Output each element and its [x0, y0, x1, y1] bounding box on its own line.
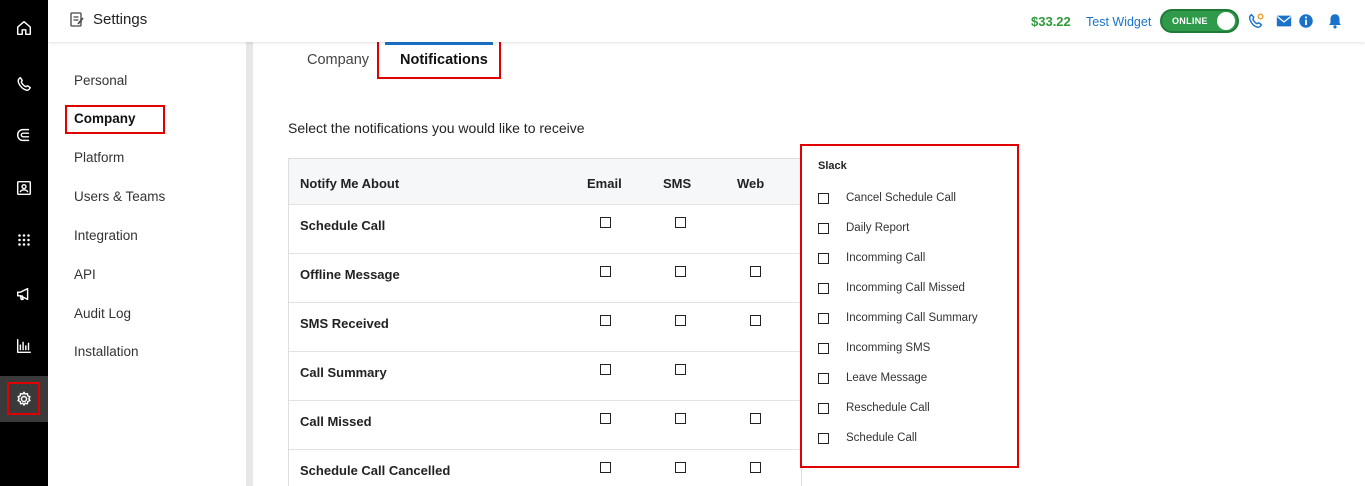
- email-checkbox[interactable]: [600, 413, 611, 424]
- slack-option[interactable]: Incomming Call Summary: [818, 312, 1013, 327]
- slack-option-label: Reschedule Call: [846, 402, 930, 414]
- bell-icon[interactable]: [1326, 12, 1344, 30]
- email-checkbox[interactable]: [600, 315, 611, 326]
- sidebar-item-integration[interactable]: Integration: [74, 228, 138, 243]
- sidebar-scrollbar[interactable]: [246, 42, 253, 486]
- phone-settings-icon[interactable]: [1247, 12, 1265, 30]
- slack-option-label: Incomming SMS: [846, 342, 931, 354]
- megaphone-icon[interactable]: [0, 271, 48, 317]
- slack-option[interactable]: Incomming Call Missed: [818, 282, 1013, 297]
- sms-checkbox[interactable]: [675, 217, 686, 228]
- magnet-icon[interactable]: [0, 112, 48, 158]
- sms-checkbox[interactable]: [675, 413, 686, 424]
- table-row: SMS Received: [289, 303, 801, 352]
- slack-checkbox[interactable]: [818, 283, 829, 294]
- highlight-box: [7, 382, 40, 415]
- sidebar-item-platform[interactable]: Platform: [74, 150, 124, 165]
- slack-checkbox[interactable]: [818, 433, 829, 444]
- sms-checkbox[interactable]: [675, 315, 686, 326]
- slack-option[interactable]: Schedule Call: [818, 432, 1013, 447]
- account-balance: $33.22: [1031, 14, 1071, 29]
- slack-checkbox[interactable]: [818, 313, 829, 324]
- slack-option[interactable]: Reschedule Call: [818, 402, 1013, 417]
- web-checkbox[interactable]: [750, 462, 761, 473]
- slack-option[interactable]: Daily Report: [818, 222, 1013, 237]
- column-header-web: Web: [737, 176, 765, 191]
- slack-checkbox[interactable]: [818, 373, 829, 384]
- row-label: SMS Received: [300, 316, 389, 331]
- web-checkbox[interactable]: [750, 266, 761, 277]
- table-row: Call Missed: [289, 401, 801, 450]
- sidebar-item-personal[interactable]: Personal: [74, 73, 127, 88]
- sidebar-item-users-teams[interactable]: Users & Teams: [74, 189, 165, 204]
- phone-icon[interactable]: [0, 61, 48, 107]
- web-checkbox[interactable]: [750, 315, 761, 326]
- table-row: Schedule Call: [289, 205, 801, 254]
- settings-sidebar: Personal Company Platform Users & Teams …: [48, 42, 246, 486]
- row-label: Call Summary: [300, 365, 387, 380]
- sidebar-item-audit-log[interactable]: Audit Log: [74, 306, 131, 321]
- email-checkbox[interactable]: [600, 462, 611, 473]
- row-label: Call Missed: [300, 414, 372, 429]
- top-bar: Settings $33.22 Test Widget ONLINE: [48, 0, 1365, 42]
- slack-option-label: Cancel Schedule Call: [846, 192, 956, 204]
- slack-notifications-panel: Slack Cancel Schedule Call Daily Report In…: [800, 144, 1019, 468]
- online-status-toggle[interactable]: ONLINE: [1160, 9, 1239, 33]
- contact-card-icon[interactable]: [0, 165, 48, 211]
- row-label: Schedule Call Cancelled: [300, 463, 451, 478]
- status-label: ONLINE: [1172, 16, 1208, 26]
- slack-option[interactable]: Leave Message: [818, 372, 1013, 387]
- sidebar-item-api[interactable]: API: [74, 267, 96, 282]
- sidebar-item-installation[interactable]: Installation: [74, 344, 139, 359]
- slack-option-label: Daily Report: [846, 222, 910, 234]
- icon-rail: [0, 0, 48, 486]
- toggle-knob: [1217, 12, 1235, 30]
- row-label: Offline Message: [300, 267, 400, 282]
- slack-option-label: Incomming Call Summary: [846, 312, 978, 324]
- sms-checkbox[interactable]: [675, 266, 686, 277]
- slack-option-label: Schedule Call: [846, 432, 917, 444]
- notifications-intro: Select the notifications you would like …: [288, 120, 585, 136]
- slack-option[interactable]: Incomming Call: [818, 252, 1013, 267]
- document-edit-icon: [70, 12, 84, 27]
- slack-option[interactable]: Cancel Schedule Call: [818, 192, 1013, 207]
- dialpad-icon[interactable]: [0, 217, 48, 263]
- slack-option[interactable]: Incomming SMS: [818, 342, 1013, 357]
- row-label: Schedule Call: [300, 218, 386, 233]
- slack-option-label: Incomming Call Missed: [846, 282, 965, 294]
- email-checkbox[interactable]: [600, 217, 611, 228]
- email-checkbox[interactable]: [600, 364, 611, 375]
- column-header-notify: Notify Me About: [300, 176, 400, 191]
- table-header: Notify Me About Email SMS Web: [289, 159, 801, 205]
- slack-checkbox[interactable]: [818, 223, 829, 234]
- widget-selector[interactable]: Test Widget: [1086, 15, 1151, 29]
- gear-icon[interactable]: [0, 376, 48, 422]
- analytics-icon[interactable]: [0, 323, 48, 369]
- slack-checkbox[interactable]: [818, 253, 829, 264]
- slack-checkbox[interactable]: [818, 343, 829, 354]
- table-row: Schedule Call Cancelled: [289, 450, 801, 486]
- slack-checkbox[interactable]: [818, 193, 829, 204]
- column-header-email: Email: [587, 176, 622, 191]
- page-title: Settings: [93, 11, 148, 28]
- mail-icon[interactable]: [1275, 12, 1293, 30]
- notifications-table: Notify Me About Email SMS Web Schedule C…: [288, 158, 802, 486]
- sms-checkbox[interactable]: [675, 364, 686, 375]
- slack-title: Slack: [818, 160, 847, 172]
- slack-option-label: Leave Message: [846, 372, 928, 384]
- highlight-box: [65, 105, 165, 134]
- column-header-sms: SMS: [663, 176, 692, 191]
- table-row: Call Summary: [289, 352, 801, 401]
- tab-company[interactable]: Company: [307, 52, 369, 68]
- info-icon[interactable]: [1297, 12, 1315, 30]
- home-icon[interactable]: [0, 5, 48, 51]
- sms-checkbox[interactable]: [675, 462, 686, 473]
- email-checkbox[interactable]: [600, 266, 611, 277]
- slack-option-label: Incomming Call: [846, 252, 926, 264]
- table-row: Offline Message: [289, 254, 801, 303]
- web-checkbox[interactable]: [750, 413, 761, 424]
- slack-checkbox[interactable]: [818, 403, 829, 414]
